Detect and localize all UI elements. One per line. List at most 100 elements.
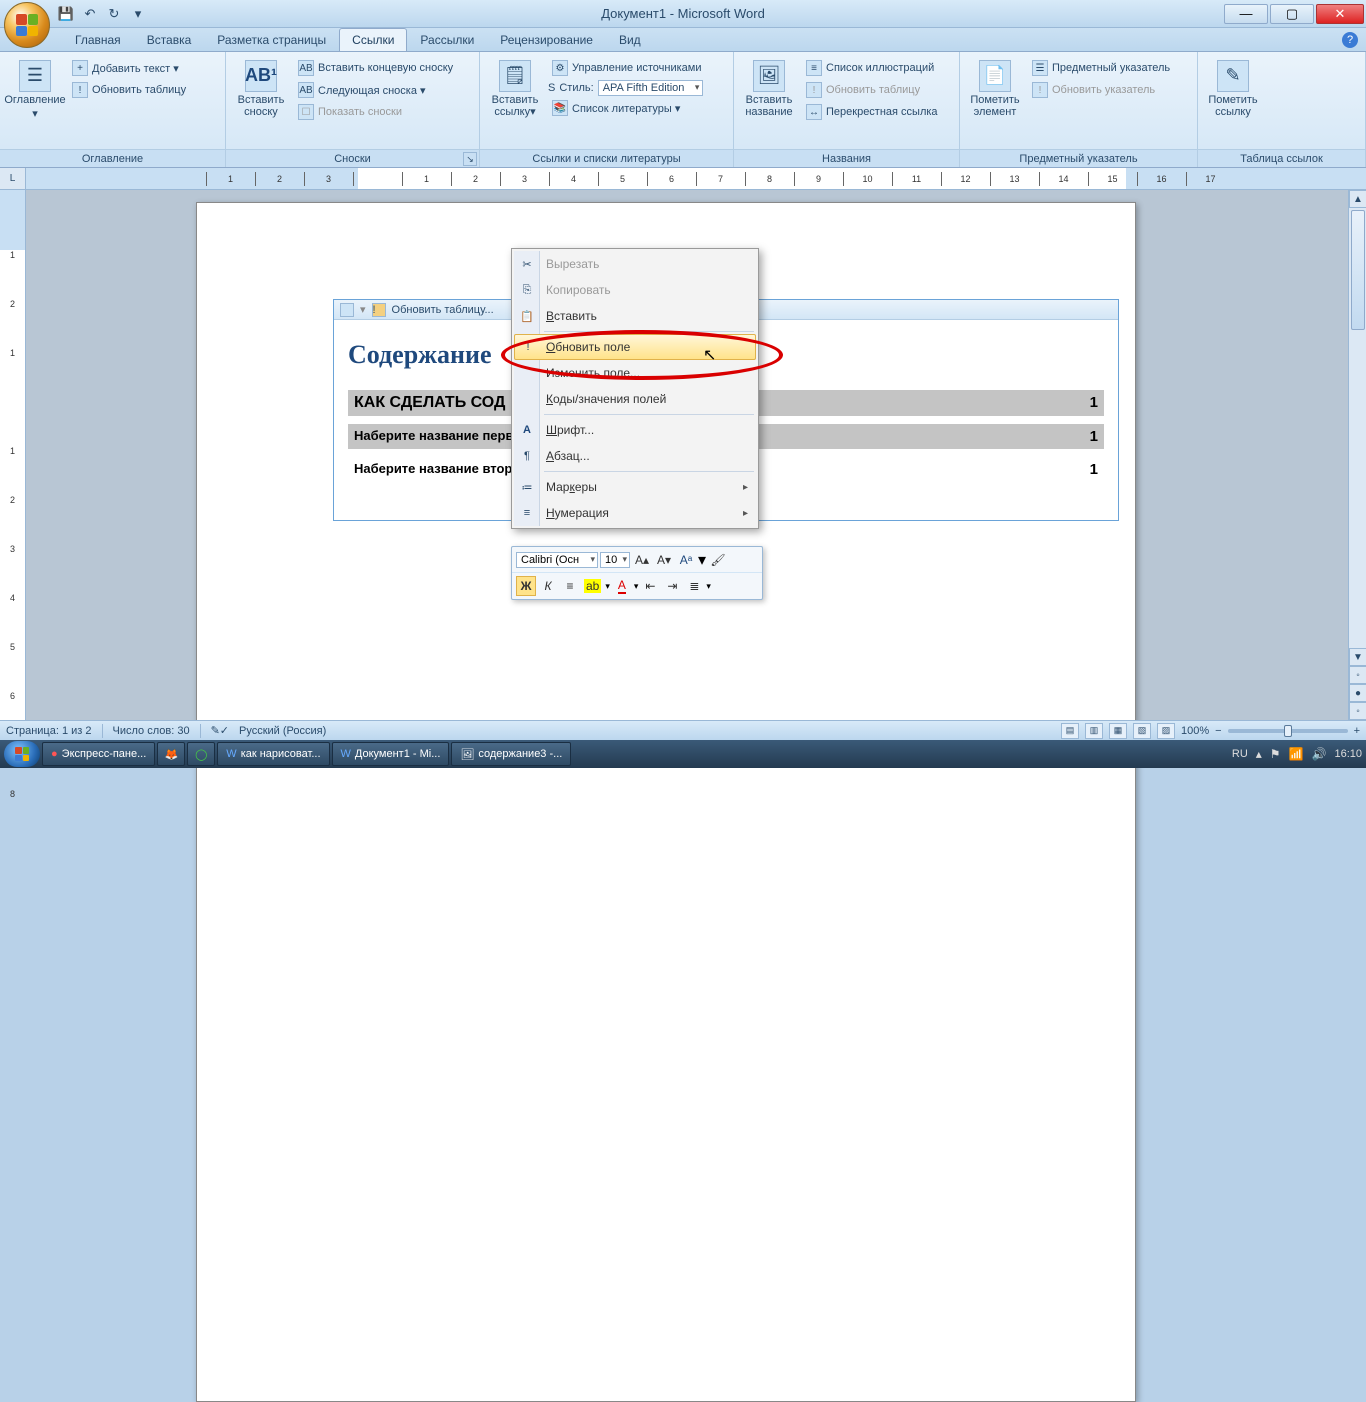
status-language[interactable]: Русский (Россия) (239, 725, 326, 737)
qat-redo-icon[interactable]: ↻ (104, 4, 124, 24)
view-draft[interactable]: ▨ (1157, 723, 1175, 739)
tab-home[interactable]: Главная (62, 28, 134, 51)
ctx-numbering[interactable]: ≡Нумерация▸ (514, 500, 756, 526)
mini-decrease-indent[interactable]: ⇤ (640, 576, 660, 596)
view-outline[interactable]: ▧ (1133, 723, 1151, 739)
insert-citation-button[interactable]: 🗒Вставить ссылку▾ (486, 56, 544, 122)
qat-save-icon[interactable]: 💾 (56, 4, 76, 24)
taskbar-item-firefox[interactable]: 🦊 (157, 742, 185, 766)
ctx-toggle-codes[interactable]: Коды/значения полей (514, 386, 756, 412)
toc-button[interactable]: ☰Оглавление▾ (6, 56, 64, 124)
qat-undo-icon[interactable]: ↶ (80, 4, 100, 24)
tab-view[interactable]: Вид (606, 28, 654, 51)
tab-page-layout[interactable]: Разметка страницы (204, 28, 339, 51)
footnotes-dialog-launcher[interactable]: ↘ (463, 152, 477, 166)
bibliography-button[interactable]: 📚Список литературы ▾ (548, 98, 705, 118)
maximize-button[interactable]: ▢ (1270, 4, 1314, 24)
tray-clock[interactable]: 16:10 (1334, 748, 1362, 760)
minimize-button[interactable]: — (1224, 4, 1268, 24)
scroll-up-icon[interactable]: ▲ (1349, 190, 1366, 208)
scroll-down-icon[interactable]: ▼ (1349, 648, 1366, 666)
zoom-percent[interactable]: 100% (1181, 725, 1209, 737)
update-toc-button[interactable]: !Обновить таблицу (68, 80, 190, 100)
horizontal-ruler[interactable]: 1231234567891011121314151617 (26, 168, 1366, 189)
add-text-button[interactable]: +Добавить текст ▾ (68, 58, 190, 78)
tab-insert[interactable]: Вставка (134, 28, 205, 51)
help-icon[interactable]: ? (1342, 32, 1358, 48)
tray-up-icon[interactable]: ▴ (1256, 747, 1262, 761)
mini-size-select[interactable]: 10 (600, 552, 630, 568)
office-button[interactable] (4, 2, 50, 48)
table-of-figures-button[interactable]: ≡Список иллюстраций (802, 58, 942, 78)
mini-center[interactable]: ≡ (560, 576, 580, 596)
update-tof-button[interactable]: !Обновить таблицу (802, 80, 942, 100)
ctx-update-field[interactable]: !Обновить поле (514, 334, 756, 360)
taskbar-item-word2[interactable]: WДокумент1 - Mi... (332, 742, 450, 766)
mini-list[interactable]: ≣ (684, 576, 704, 596)
mark-entry-button[interactable]: 📄Пометить элемент (966, 56, 1024, 122)
mini-highlight[interactable]: ab (582, 576, 603, 596)
qat-customize-icon[interactable]: ▾ (128, 4, 148, 24)
tab-references[interactable]: Ссылки (339, 28, 407, 51)
mini-bold[interactable]: Ж (516, 576, 536, 596)
mark-citation-button[interactable]: ✎Пометить ссылку (1204, 56, 1262, 122)
view-print-layout[interactable]: ▤ (1061, 723, 1079, 739)
insert-caption-button[interactable]: 🖼Вставить название (740, 56, 798, 122)
zoom-slider[interactable] (1228, 729, 1348, 733)
taskbar-item-opera[interactable]: ●Экспресс-пане... (42, 742, 155, 766)
prev-page-icon[interactable]: ◦ (1349, 666, 1366, 684)
status-page[interactable]: Страница: 1 из 2 (6, 725, 92, 737)
scroll-thumb[interactable] (1351, 210, 1365, 330)
mini-italic[interactable]: К (538, 576, 558, 596)
ctx-paragraph[interactable]: ¶Абзац... (514, 443, 756, 469)
tray-network-icon[interactable]: 📶 (1289, 747, 1304, 761)
citation-style-select[interactable]: SСтиль:APA Fifth Edition (548, 80, 705, 96)
ctx-bullets[interactable]: ≔Маркеры▸ (514, 474, 756, 500)
mini-grow-font[interactable]: A▴ (632, 550, 652, 570)
page[interactable]: ▾ ! Обновить таблицу... Содержание КАК С… (196, 202, 1136, 1402)
tray-lang[interactable]: RU (1232, 748, 1248, 760)
status-spellcheck-icon[interactable]: ✎✓ (211, 724, 229, 737)
ctx-paste[interactable]: 📋Вставить (514, 303, 756, 329)
tab-mailings[interactable]: Рассылки (407, 28, 487, 51)
mini-shrink-font[interactable]: A▾ (654, 550, 674, 570)
mini-increase-indent[interactable]: ⇥ (662, 576, 682, 596)
mini-format-painter[interactable]: 🖌 (708, 550, 728, 570)
tab-selector[interactable]: L (0, 168, 26, 189)
status-wordcount[interactable]: Число слов: 30 (113, 725, 190, 737)
cross-reference-button[interactable]: ↔Перекрестная ссылка (802, 102, 942, 122)
zoom-out[interactable]: − (1215, 725, 1221, 737)
close-button[interactable]: ✕ (1316, 4, 1364, 24)
tray-flag-icon[interactable]: ⚑ (1270, 747, 1281, 761)
toc-update-label[interactable]: Обновить таблицу... (392, 304, 494, 316)
next-page-icon[interactable]: ◦ (1349, 702, 1366, 720)
vertical-scrollbar[interactable]: ▲ ▼ ◦ ● ◦ (1348, 190, 1366, 720)
zoom-in[interactable]: + (1354, 725, 1360, 737)
insert-footnote-button[interactable]: AB¹Вставить сноску (232, 56, 290, 122)
toc-header-icon[interactable] (340, 303, 354, 317)
toc-update-icon[interactable]: ! (372, 303, 386, 317)
ctx-copy[interactable]: ⎘Копировать (514, 277, 756, 303)
ctx-cut[interactable]: ✂Вырезать (514, 251, 756, 277)
ctx-font[interactable]: AШрифт... (514, 417, 756, 443)
insert-endnote-button[interactable]: ABВставить концевую сноску (294, 58, 457, 78)
vertical-ruler[interactable]: 12112345678 (0, 190, 26, 720)
tab-review[interactable]: Рецензирование (487, 28, 606, 51)
start-button[interactable] (4, 741, 40, 767)
ctx-edit-field[interactable]: Изменить поле... (514, 360, 756, 386)
taskbar-item-image[interactable]: 🖼содержание3 -... (451, 742, 571, 766)
view-full-screen[interactable]: ▥ (1085, 723, 1103, 739)
next-footnote-button[interactable]: ABСледующая сноска ▾ (294, 80, 457, 100)
tray-volume-icon[interactable]: 🔊 (1312, 747, 1327, 761)
mini-styles[interactable]: Aᵃ (676, 550, 696, 570)
mini-font-color[interactable]: A (612, 576, 632, 596)
update-index-button[interactable]: !Обновить указатель (1028, 80, 1174, 100)
show-notes-button[interactable]: ☐Показать сноски (294, 102, 457, 122)
view-web[interactable]: ▦ (1109, 723, 1127, 739)
manage-sources-button[interactable]: ⚙Управление источниками (548, 58, 705, 78)
browse-object-icon[interactable]: ● (1349, 684, 1366, 702)
taskbar-item-word1[interactable]: Wкак нарисоват... (217, 742, 329, 766)
taskbar-item-utorrent[interactable]: ◯ (187, 742, 215, 766)
insert-index-button[interactable]: ☰Предметный указатель (1028, 58, 1174, 78)
mini-font-select[interactable]: Calibri (Осн (516, 552, 598, 568)
